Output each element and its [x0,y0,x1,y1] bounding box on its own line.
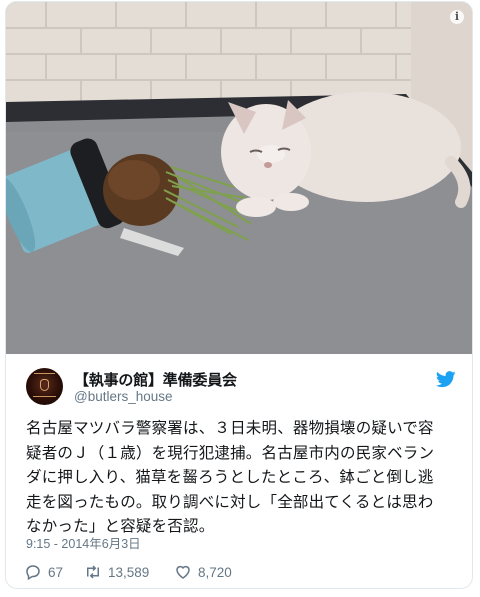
twitter-bird-icon[interactable] [436,371,456,388]
tweet-text-line: 疑者のＪ（１歳）を現行犯逮捕。名古屋市内の民家ベラン [26,443,435,462]
info-icon[interactable]: i [450,10,464,24]
tweet-header: 【執事の館】準備委員会 @butlers_house [26,368,456,408]
avatar-ornament-bottom [33,396,56,397]
tweet-text-line: 名古屋マツバラ警察署は、３日未明、器物損壊の疑いで容 [26,419,434,437]
avatar-ornament-top [34,373,55,374]
heart-icon [176,565,190,579]
reply-button[interactable]: 67 [24,562,63,582]
tweet-photo[interactable] [6,2,472,354]
retweet-icon [87,565,99,579]
avatar[interactable] [26,368,63,405]
reply-count: 67 [48,564,64,580]
retweet-button[interactable]: 13,589 [84,562,149,582]
reply-icon [26,565,40,581]
author-name[interactable]: 【執事の館】準備委員会 [74,369,237,390]
tweet-timestamp[interactable]: 9:15 - 2014年6月3日 [26,533,141,552]
tweet-text: 名古屋マツバラ警察署は、３日未明、器物損壊の疑いで容 疑者のＪ（１歳）を現行犯逮… [26,416,458,539]
retweet-count: 13,589 [108,564,150,580]
like-button[interactable]: 8,720 [174,562,232,582]
tweet-card[interactable]: i 【執事の館】準備委員会 @butlers_house 名古屋マツバラ警察署は… [5,1,473,589]
author-handle[interactable]: @butlers_house [74,389,173,404]
like-count: 8,720 [198,564,232,580]
crest-icon [40,379,49,391]
tweet-text-line: 走を図ったもの。取り調べに対し「全部出てくるとは思わ [26,492,434,511]
tweet-text-line: ダに押し入り、猫草を齧ろうとしたところ、鉢ごと倒し逃 [26,468,434,486]
